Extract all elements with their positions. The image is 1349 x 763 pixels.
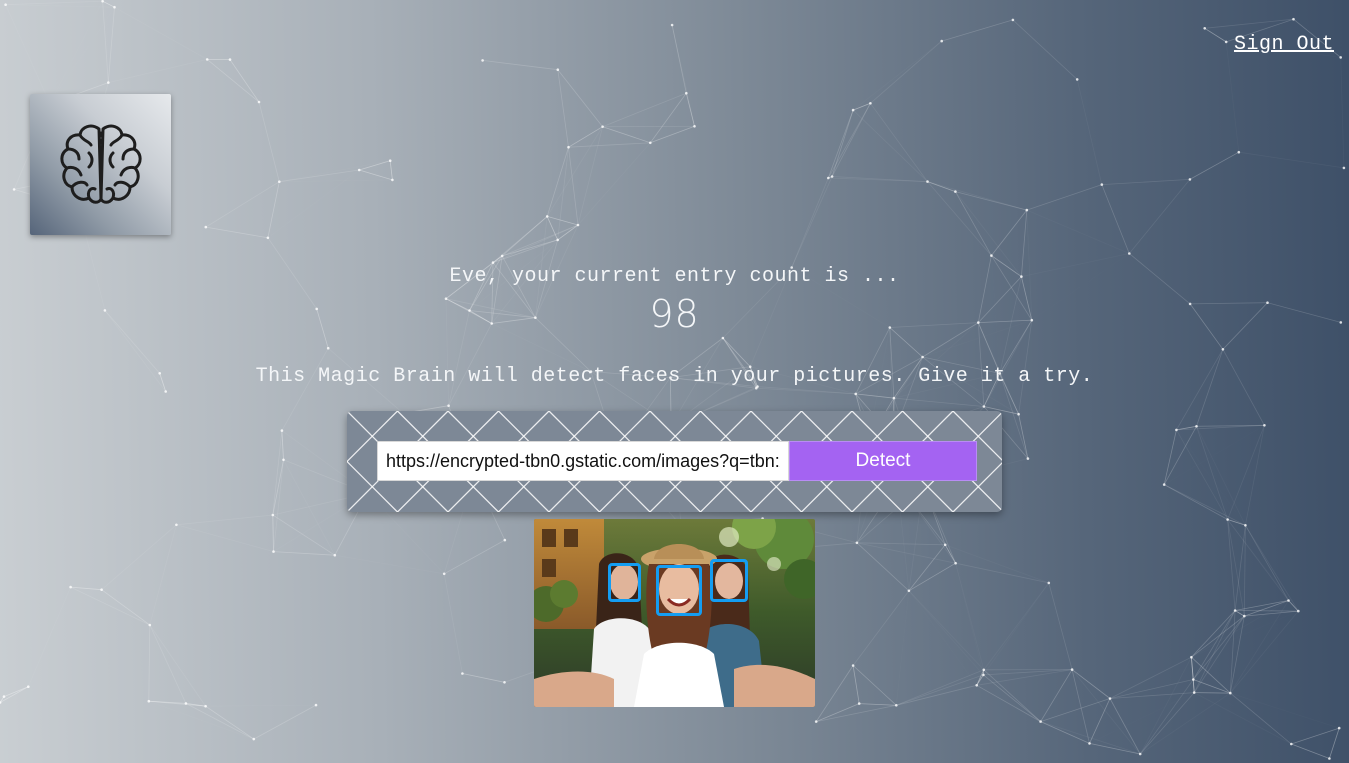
- image-link-form: Detect: [347, 411, 1002, 512]
- entry-count-message: Eve, your current entry count is ...: [449, 265, 900, 288]
- app-description: This Magic Brain will detect faces in yo…: [255, 365, 1094, 388]
- face-recognition-image: [534, 519, 815, 707]
- sign-out-link[interactable]: Sign Out: [1234, 33, 1334, 56]
- brain-icon: [59, 124, 142, 204]
- image-url-input[interactable]: [377, 441, 789, 481]
- entry-count-value: 98: [649, 292, 700, 336]
- face-bounding-box: [710, 559, 748, 602]
- face-bounding-box: [656, 565, 702, 616]
- face-bounding-box: [608, 563, 641, 602]
- logo[interactable]: [30, 94, 171, 235]
- detect-button[interactable]: Detect: [789, 441, 977, 481]
